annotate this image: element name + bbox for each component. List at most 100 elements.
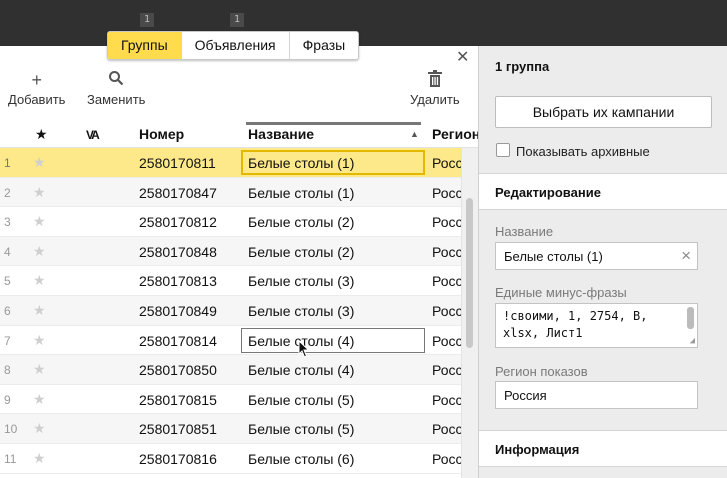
star-icon[interactable]: ★ [33,154,46,171]
row-index: 3 [4,215,11,230]
region-cell: Россия [432,450,462,467]
information-section-header: Информация [479,430,727,467]
name-column-header[interactable]: Название [248,126,314,142]
show-archived-label[interactable]: Показывать архивные [516,144,650,159]
delete-button[interactable]: Удалить [410,70,460,107]
star-icon[interactable]: ★ [33,450,46,467]
scroll-thumb[interactable] [466,198,473,348]
table-row[interactable]: 9 ★ 2580170815 Белые столы (5) Россия [0,384,462,415]
star-icon[interactable]: ★ [33,213,46,230]
group-number: 2580170850 [139,362,217,379]
minus-phrases-label: Единые минус-фразы [495,285,627,300]
group-name-cell[interactable]: Белые столы (6) [241,446,425,471]
minus-phrases-value: !своими, 1, 2754, В, xlsx, Лист1 [503,309,648,340]
group-name-cell[interactable]: Белые столы (4) [241,357,425,382]
replace-button[interactable]: Заменить [87,70,145,107]
search-icon [87,70,145,90]
row-index: 10 [4,422,18,437]
table-row[interactable]: 8 ★ 2580170850 Белые столы (4) Россия [0,355,462,385]
star-icon[interactable]: ★ [33,302,46,319]
table-scrollbar[interactable] [461,148,478,478]
tab-ads[interactable]: Объявления [181,32,290,59]
star-icon[interactable]: ★ [33,420,46,437]
replace-button-label: Заменить [87,92,146,107]
star-icon[interactable]: ★ [33,391,46,408]
row-index: 9 [4,392,11,407]
region-cell: Россия [432,362,462,379]
region-value: Россия [504,388,547,403]
close-icon[interactable]: ✕ [456,50,469,66]
selection-count-title: 1 группа [495,59,550,74]
group-name-cell[interactable]: Белые столы (2) [241,209,425,234]
region-cell: Россия [432,214,462,231]
tab-groups[interactable]: Группы [108,32,182,59]
region-column-header[interactable]: Регион [432,126,478,142]
star-icon[interactable]: ★ [33,361,46,378]
group-name-input[interactable]: Белые столы (1) × [495,242,698,270]
add-button-label: Добавить [8,92,66,107]
region-input[interactable]: Россия [495,381,698,409]
region-cell: Россия [432,243,462,260]
group-number: 2580170849 [139,302,217,319]
row-index: 4 [4,244,11,259]
row-index: 6 [4,303,11,318]
group-name-cell[interactable]: Белые столы (2) [241,239,425,264]
table-row[interactable]: 11 ★ 2580170816 Белые столы (6) Россия [0,443,462,474]
add-button[interactable]: + Добавить [8,70,65,107]
region-field-label: Регион показов [495,364,588,379]
group-name-cell[interactable]: Белые столы (5) [241,416,425,441]
name-field-label: Название [495,224,554,239]
group-name-cell[interactable]: Белые столы (5) [241,387,425,412]
trash-icon [410,70,460,90]
group-number: 2580170816 [139,450,217,467]
group-number: 2580170814 [139,332,217,349]
region-cell: Россия [432,273,462,290]
resize-handle-icon[interactable]: ◢ [690,337,695,346]
star-icon[interactable]: ★ [33,243,46,260]
tab-phrases[interactable]: Фразы [289,32,359,59]
group-number: 2580170848 [139,243,217,260]
group-number: 2580170851 [139,421,217,438]
star-icon[interactable]: ★ [33,184,46,201]
table-row[interactable]: 2 ★ 2580170847 Белые столы (1) Россия [0,177,462,208]
show-archived-checkbox[interactable] [496,143,510,157]
tab-count-badge: 1 [140,13,154,27]
number-column-header[interactable]: Номер [139,126,184,142]
row-index: 1 [4,156,11,170]
table-row[interactable]: 4 ★ 2580170848 Белые столы (2) Россия [0,236,462,267]
textarea-scrollbar[interactable] [687,307,694,329]
row-index: 2 [4,185,11,200]
group-number: 2580170847 [139,184,217,201]
choose-campaigns-button[interactable]: Выбрать их кампании [495,96,712,128]
table-row[interactable]: 7 ★ 2580170814 Белые столы (4) Россия [0,325,462,356]
editing-header-label: Редактирование [495,185,601,200]
table-row[interactable]: 1 ★ 2580170811 Белые столы (1) Россия [0,148,462,178]
region-cell: Россия [432,302,462,319]
star-column-header[interactable]: ★ [35,126,48,143]
group-name-value: Белые столы (1) [504,249,603,264]
row-index: 7 [4,333,11,348]
flag-column-header[interactable]: VA [86,128,100,142]
sort-indicator-bar [246,122,421,125]
group-name-cell[interactable]: Белые столы (3) [241,268,425,293]
star-icon[interactable]: ★ [33,332,46,349]
table-row[interactable]: 6 ★ 2580170849 Белые столы (3) Россия [0,295,462,326]
group-number: 2580170812 [139,214,217,231]
star-icon[interactable]: ★ [33,272,46,289]
group-name-cell[interactable]: Белые столы (1) [241,150,425,175]
table-row[interactable]: 10 ★ 2580170851 Белые столы (5) Россия [0,414,462,444]
table-row[interactable]: 5 ★ 2580170813 Белые столы (3) Россия [0,266,462,296]
mouse-cursor-icon [298,340,310,358]
information-header-label: Информация [495,442,580,457]
region-cell: Россия [432,184,462,201]
minus-phrases-textarea[interactable]: !своими, 1, 2754, В, xlsx, Лист1 ◢ [495,303,698,348]
clear-icon[interactable]: × [681,246,691,266]
group-name-cell[interactable]: Белые столы (1) [241,180,425,205]
table-row[interactable]: 3 ★ 2580170812 Белые столы (2) Россия [0,207,462,237]
group-number: 2580170815 [139,391,217,408]
row-index: 5 [4,274,11,289]
group-number: 2580170813 [139,273,217,290]
group-name-cell[interactable]: Белые столы (4) [241,327,425,353]
group-name-cell[interactable]: Белые столы (3) [241,298,425,323]
region-cell: Россия [432,421,462,438]
